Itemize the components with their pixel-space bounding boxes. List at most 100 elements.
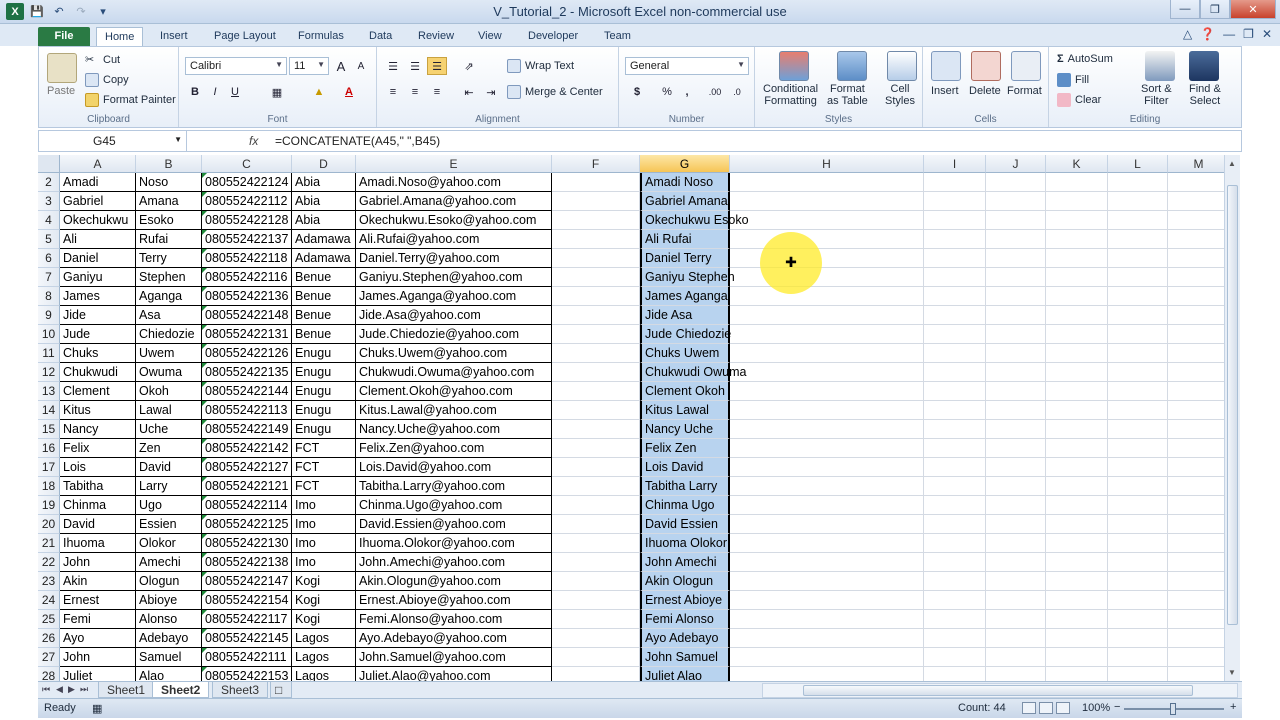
tab-insert[interactable]: Insert: [152, 27, 196, 46]
cell-k[interactable]: [1046, 401, 1108, 420]
cell-g[interactable]: Chinma Ugo: [640, 496, 730, 515]
row-header[interactable]: 3: [38, 192, 60, 211]
cell-f[interactable]: [552, 610, 640, 629]
row-header[interactable]: 25: [38, 610, 60, 629]
cell-a[interactable]: Jide: [60, 306, 136, 325]
cell-e[interactable]: Chuks.Uwem@yahoo.com: [356, 344, 552, 363]
scroll-down-icon[interactable]: ▼: [1228, 668, 1236, 677]
tab-formulas[interactable]: Formulas: [290, 27, 352, 46]
cell-e[interactable]: John.Amechi@yahoo.com: [356, 553, 552, 572]
cell-b[interactable]: Esoko: [136, 211, 202, 230]
column-header-k[interactable]: K: [1046, 155, 1108, 173]
cell-m[interactable]: [1168, 192, 1224, 211]
cell-e[interactable]: Daniel.Terry@yahoo.com: [356, 249, 552, 268]
cell-g[interactable]: Amadi Noso: [640, 173, 730, 192]
cell-a[interactable]: Femi: [60, 610, 136, 629]
insert-sheet-icon[interactable]: □: [270, 682, 292, 698]
cell-h[interactable]: [730, 439, 924, 458]
cell-i[interactable]: [924, 382, 986, 401]
cell-e[interactable]: David.Essien@yahoo.com: [356, 515, 552, 534]
cell-k[interactable]: [1046, 211, 1108, 230]
cell-f[interactable]: [552, 325, 640, 344]
cell-b[interactable]: Zen: [136, 439, 202, 458]
zoom-in-button[interactable]: +: [1230, 701, 1236, 713]
cell-h[interactable]: [730, 572, 924, 591]
cell-g[interactable]: Kitus Lawal: [640, 401, 730, 420]
autosum-button[interactable]: Σ AutoSum: [1057, 53, 1113, 65]
cell-j[interactable]: [986, 287, 1046, 306]
cell-f[interactable]: [552, 439, 640, 458]
cell-j[interactable]: [986, 382, 1046, 401]
cell-l[interactable]: [1108, 192, 1168, 211]
row-header[interactable]: 12: [38, 363, 60, 382]
next-sheet-icon[interactable]: ▶: [68, 684, 75, 695]
align-top-icon[interactable]: ☰: [383, 57, 403, 75]
cell-a[interactable]: Akin: [60, 572, 136, 591]
increase-decimal-button[interactable]: .00: [705, 83, 725, 101]
fill-color-icon[interactable]: ▲: [309, 83, 329, 101]
cell-i[interactable]: [924, 230, 986, 249]
tab-review[interactable]: Review: [410, 27, 462, 46]
cell-l[interactable]: [1108, 439, 1168, 458]
cell-e[interactable]: John.Samuel@yahoo.com: [356, 648, 552, 667]
cell-f[interactable]: [552, 401, 640, 420]
cell-k[interactable]: [1046, 230, 1108, 249]
cell-l[interactable]: [1108, 363, 1168, 382]
currency-button[interactable]: $: [627, 83, 647, 101]
cell-j[interactable]: [986, 572, 1046, 591]
cell-g[interactable]: Jude Chiedozie: [640, 325, 731, 344]
decrease-decimal-button[interactable]: .0: [727, 83, 747, 101]
cell-g[interactable]: Chuks Uwem: [640, 344, 730, 363]
prev-sheet-icon[interactable]: ◀: [56, 684, 63, 695]
cell-g[interactable]: Felix Zen: [640, 439, 730, 458]
cell-j[interactable]: [986, 553, 1046, 572]
tab-page-layout[interactable]: Page Layout: [206, 27, 284, 46]
format-as-table-icon[interactable]: [837, 51, 867, 81]
cell-f[interactable]: [552, 515, 640, 534]
cell-l[interactable]: [1108, 344, 1168, 363]
paste-icon[interactable]: [47, 53, 77, 83]
cell-f[interactable]: [552, 344, 640, 363]
decrease-indent-icon[interactable]: ⇤: [459, 83, 479, 101]
scroll-up-icon[interactable]: ▲: [1228, 159, 1236, 168]
cell-j[interactable]: [986, 230, 1046, 249]
cell-a[interactable]: Amadi: [60, 173, 136, 192]
cell-l[interactable]: [1108, 534, 1168, 553]
cell-g[interactable]: Juliet Alao: [640, 667, 730, 681]
conditional-formatting-button[interactable]: Conditional Formatting: [763, 83, 818, 107]
cell-k[interactable]: [1046, 458, 1108, 477]
sheet-tab-sheet1[interactable]: Sheet1: [98, 682, 155, 698]
cell-e[interactable]: Akin.Ologun@yahoo.com: [356, 572, 552, 591]
cell-h[interactable]: [730, 211, 924, 230]
cell-i[interactable]: [924, 610, 986, 629]
cell-c[interactable]: 080552422128: [202, 211, 292, 230]
cell-d[interactable]: Benue: [292, 287, 356, 306]
cell-h[interactable]: [730, 382, 924, 401]
column-header-b[interactable]: B: [136, 155, 202, 173]
cell-m[interactable]: [1168, 420, 1224, 439]
cell-f[interactable]: [552, 306, 640, 325]
cell-j[interactable]: [986, 268, 1046, 287]
cell-l[interactable]: [1108, 458, 1168, 477]
row-header[interactable]: 26: [38, 629, 60, 648]
insert-function-icon[interactable]: fx: [249, 134, 258, 148]
cell-i[interactable]: [924, 439, 986, 458]
cell-k[interactable]: [1046, 667, 1108, 681]
cell-k[interactable]: [1046, 648, 1108, 667]
cell-g[interactable]: Ihuoma Olokor: [640, 534, 730, 553]
column-header-e[interactable]: E: [356, 155, 552, 173]
cell-i[interactable]: [924, 458, 986, 477]
column-header-m[interactable]: M: [1168, 155, 1224, 173]
cell-g[interactable]: James Aganga: [640, 287, 730, 306]
help-icon[interactable]: ❓: [1200, 27, 1215, 41]
cell-e[interactable]: Felix.Zen@yahoo.com: [356, 439, 552, 458]
cell-c[interactable]: 080552422137: [202, 230, 292, 249]
tab-file[interactable]: File: [38, 27, 90, 46]
cell-l[interactable]: [1108, 610, 1168, 629]
cell-c[interactable]: 080552422149: [202, 420, 292, 439]
align-middle-icon[interactable]: ☰: [405, 57, 425, 75]
conditional-formatting-icon[interactable]: [779, 51, 809, 81]
cell-m[interactable]: [1168, 477, 1224, 496]
cell-i[interactable]: [924, 515, 986, 534]
cell-f[interactable]: [552, 534, 640, 553]
